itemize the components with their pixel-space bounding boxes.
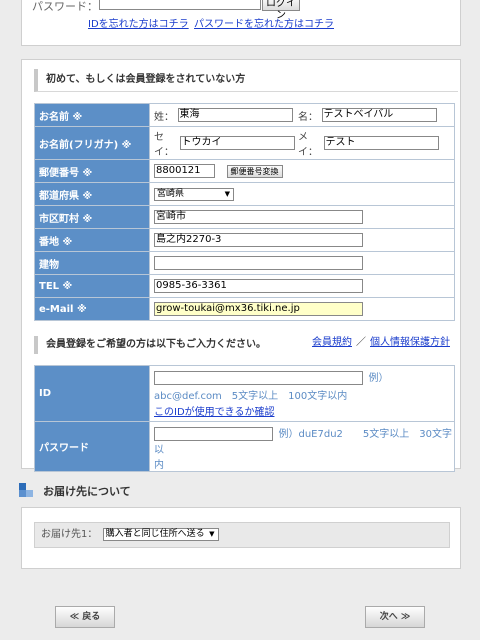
email-input[interactable]: grow-toukai@mx36.tiki.ne.jp: [154, 302, 363, 316]
registration-panel: 初めて、もしくは会員登録をされていない方 お名前 ※ 姓： 東海 名： テストベ…: [21, 59, 461, 472]
prefecture-value: 宮崎県: [157, 188, 185, 199]
first-name-kana-input[interactable]: テスト: [323, 136, 439, 150]
forgot-password-link[interactable]: パスワードを忘れた方はコチラ: [194, 15, 334, 30]
building-label: 建物: [34, 251, 150, 275]
privacy-link[interactable]: 個人情報保護方針: [370, 337, 450, 348]
address-input[interactable]: 島之内2270-3: [154, 233, 363, 247]
zip-input[interactable]: 8800121: [154, 164, 215, 178]
delivery-panel: お届け先1： 購入者と同じ住所へ送る ▼: [21, 507, 461, 569]
sei-kana-label: セイ：: [154, 132, 174, 158]
delivery-dest-select[interactable]: 購入者と同じ住所へ送る ▼: [102, 527, 219, 541]
customer-info-table: お名前 ※ 姓： 東海 名： テストベイバル お名前(フリガナ) ※ セイ： ト…: [34, 103, 455, 321]
forgot-id-link[interactable]: IDを忘れた方はコチラ: [88, 15, 189, 30]
registration-heading: 初めて、もしくは会員登録をされていない方: [34, 69, 458, 92]
login-button[interactable]: ログイン: [262, 0, 300, 21]
city-input[interactable]: 宮崎市: [154, 210, 363, 224]
delivery-row: お届け先1： 購入者と同じ住所へ送る ▼: [34, 522, 450, 548]
first-name-input[interactable]: テストベイバル: [321, 108, 437, 122]
mei-kana-label: メイ：: [298, 132, 318, 158]
checkout-page: パスワード： ログイン IDを忘れた方はコチラ パスワードを忘れた方はコチラ 初…: [0, 0, 480, 640]
sei-label: 姓：: [154, 111, 174, 123]
member-info-table: ID 例） abc@def.com 5文字以上 100文字以内 このIDが使用で…: [34, 365, 455, 472]
id-label: ID: [34, 365, 150, 422]
address-label: 番地 ※: [34, 228, 150, 252]
city-label: 市区町村 ※: [34, 205, 150, 229]
delivery-dest-value: 購入者と同じ住所へ送る: [105, 528, 205, 539]
dropdown-arrow-icon: ▼: [209, 529, 215, 538]
member-heading: 会員登録をご希望の方は以下もご入力ください。: [34, 336, 296, 354]
zip-label: 郵便番号 ※: [34, 159, 150, 183]
password-hint-wrap: 内: [154, 460, 164, 471]
id-hint: abc@def.com 5文字以上 100文字以内: [154, 391, 348, 402]
link-separator: ／: [356, 337, 366, 348]
member-password-label: パスワード: [34, 421, 150, 472]
email-label: e-Mail ※: [34, 297, 150, 321]
id-check-link[interactable]: このIDが使用できるか確認: [154, 407, 274, 418]
back-button[interactable]: ≪ 戻る: [55, 606, 115, 628]
delivery-dest-label: お届け先1：: [41, 529, 98, 540]
zip-convert-button[interactable]: 郵便番号変換: [226, 164, 283, 178]
prefecture-label: 都道府県 ※: [34, 182, 150, 206]
kana-label: お名前(フリガナ) ※: [34, 126, 150, 160]
prefecture-select[interactable]: 宮崎県 ▼: [154, 187, 234, 201]
building-input[interactable]: [154, 256, 363, 270]
member-password-input[interactable]: [154, 427, 273, 441]
member-id-input[interactable]: [154, 371, 363, 385]
password-label: パスワード：: [32, 0, 98, 13]
dropdown-arrow-icon: ▼: [224, 189, 230, 198]
last-name-input[interactable]: 東海: [177, 108, 293, 122]
delivery-title: お届け先について: [43, 485, 131, 498]
name-label: お名前 ※: [34, 103, 150, 127]
next-button[interactable]: 次へ ≫: [365, 606, 425, 628]
terms-link[interactable]: 会員規約: [312, 337, 352, 348]
section-square-icon: [19, 483, 33, 497]
policy-links: 会員規約 ／ 個人情報保護方針: [312, 333, 450, 348]
id-example-label: 例）: [368, 373, 389, 384]
tel-label: TEL ※: [34, 274, 150, 298]
last-name-kana-input[interactable]: トウカイ: [179, 136, 295, 150]
mei-label: 名：: [298, 111, 318, 123]
tel-input[interactable]: 0985-36-3361: [154, 279, 363, 293]
login-panel: パスワード： ログイン IDを忘れた方はコチラ パスワードを忘れた方はコチラ: [21, 0, 461, 46]
login-password-input[interactable]: [99, 0, 261, 10]
